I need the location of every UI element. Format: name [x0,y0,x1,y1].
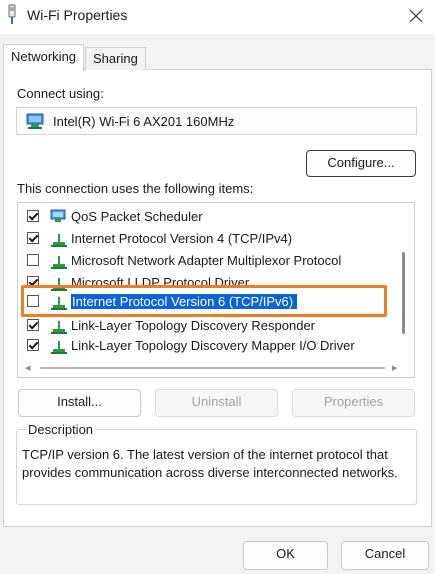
list-item-qos[interactable]: QoS Packet Scheduler [18,207,398,227]
window-title: Wi-Fi Properties [27,7,128,23]
list-item-lltd-mapper[interactable]: Link-Layer Topology Discovery Mapper I/O… [18,336,398,356]
protocol-icon [50,337,68,355]
checkbox[interactable] [27,232,39,244]
item-label: Link-Layer Topology Discovery Mapper I/O… [71,338,355,353]
properties-button[interactable]: Properties [292,389,415,417]
ok-button[interactable]: OK [243,541,328,570]
connect-using-label: Connect using: [17,86,104,101]
tab-sharing[interactable]: Sharing [85,47,146,70]
description-title: Description [26,422,96,437]
item-label: Link-Layer Topology Discovery Responder [71,318,315,333]
checkbox[interactable] [27,254,39,266]
checkbox[interactable] [27,210,39,222]
network-settings-icon [6,4,18,26]
network-adapter-icon [25,113,45,131]
items-list-label: This connection uses the following items… [17,181,254,196]
adapter-field: Intel(R) Wi-Fi 6 AX201 160MHz [16,107,417,135]
annotation-highlight-box [21,285,387,317]
item-label: QoS Packet Scheduler [71,209,203,224]
description-text: TCP/IP version 6. The latest version of … [22,447,398,480]
protocol-icon [50,252,68,270]
list-item-lltd-responder[interactable]: Link-Layer Topology Discovery Responder [18,316,398,336]
install-button[interactable]: Install... [18,389,141,417]
list-item-multiplexor[interactable]: Microsoft Network Adapter Multiplexor Pr… [18,251,398,271]
configure-button[interactable]: Configure... [306,150,416,177]
tab-networking[interactable]: Networking [3,44,84,71]
checkbox[interactable] [27,339,39,351]
title-bar: Wi-Fi Properties [0,0,435,34]
item-label: Microsoft Network Adapter Multiplexor Pr… [71,253,342,268]
adapter-name: Intel(R) Wi-Fi 6 AX201 160MHz [53,114,235,129]
scroll-left-icon[interactable]: ◀ [25,364,30,372]
uninstall-button[interactable]: Uninstall [155,389,278,417]
close-icon [409,9,423,26]
checkbox[interactable] [27,319,39,331]
close-button[interactable] [396,0,435,34]
cancel-button[interactable]: Cancel [341,541,429,570]
vertical-scrollbar[interactable] [402,252,405,334]
horizontal-scrollbar[interactable] [40,367,385,369]
list-item-ipv4[interactable]: Internet Protocol Version 4 (TCP/IPv4) [18,229,398,249]
protocol-icon [50,230,68,248]
protocol-icon [50,317,68,335]
item-label: Internet Protocol Version 4 (TCP/IPv4) [71,231,293,246]
scroll-right-icon[interactable]: ▶ [392,364,397,372]
scheduler-icon [50,208,68,226]
